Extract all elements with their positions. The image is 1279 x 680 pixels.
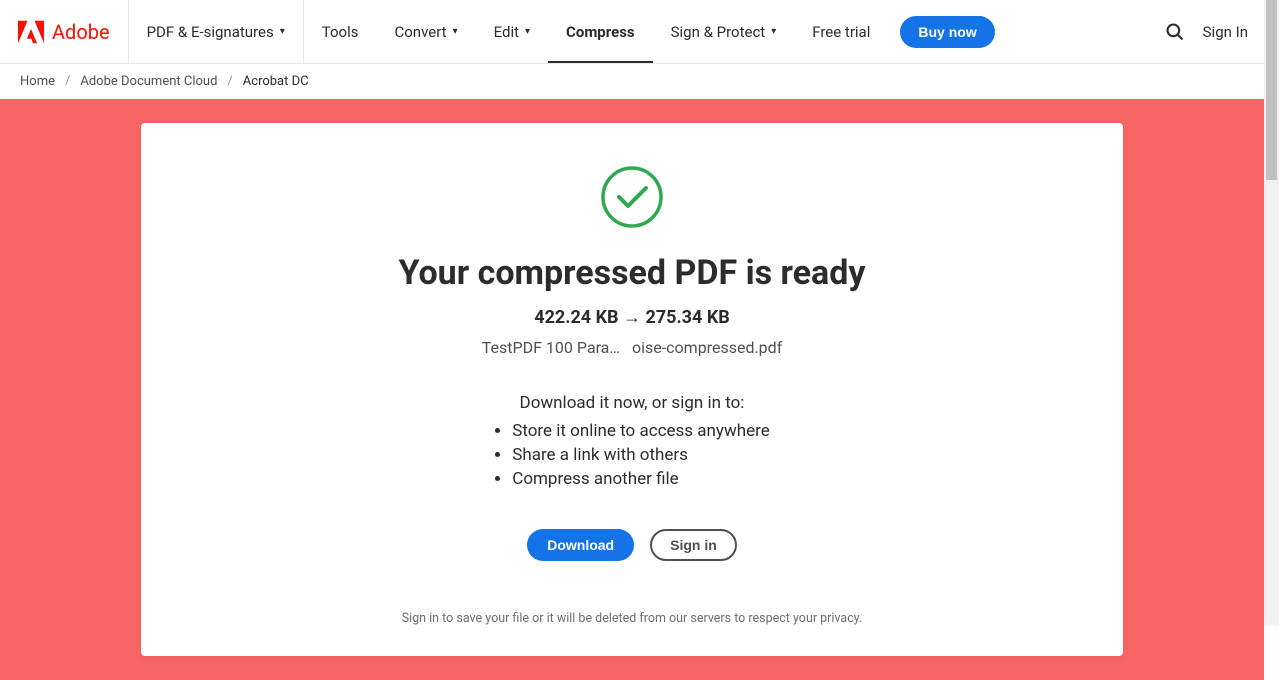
- download-prompt: Download it now, or sign in to:: [201, 393, 1063, 413]
- chevron-down-icon: ▾: [453, 26, 458, 37]
- nav-edit[interactable]: Edit ▾: [476, 0, 548, 63]
- list-item: Compress another file: [512, 469, 769, 489]
- scrollbar-thumb[interactable]: [1266, 0, 1277, 180]
- nav-tools[interactable]: Tools: [304, 0, 377, 63]
- signin-link[interactable]: Sign In: [1203, 23, 1248, 41]
- result-card: Your compressed PDF is ready 422.24 KB →…: [141, 123, 1123, 656]
- buy-now-button[interactable]: Buy now: [900, 16, 994, 48]
- benefits-list: Store it online to access anywhere Share…: [494, 421, 769, 493]
- chevron-down-icon: ▾: [525, 26, 530, 37]
- list-item: Store it online to access anywhere: [512, 421, 769, 441]
- button-row: Download Sign in: [201, 529, 1063, 561]
- scrollbar[interactable]: [1264, 0, 1279, 626]
- nav-pdf-esignatures[interactable]: PDF & E-signatures ▾: [129, 0, 304, 63]
- primary-nav: PDF & E-signatures ▾ Tools Convert ▾ Edi…: [129, 0, 995, 63]
- nav-free-trial[interactable]: Free trial: [794, 0, 888, 63]
- search-icon[interactable]: [1165, 22, 1185, 42]
- privacy-note: Sign in to save your file or it will be …: [201, 611, 1063, 626]
- header-right: Sign In: [1165, 22, 1248, 42]
- breadcrumb: Home / Adobe Document Cloud / Acrobat DC: [0, 64, 1264, 99]
- breadcrumb-home[interactable]: Home: [20, 74, 55, 89]
- size-comparison: 422.24 KB → 275.34 KB: [201, 307, 1063, 328]
- filename: TestPDF 100 Para… oise-compressed.pdf: [201, 338, 1063, 357]
- signin-button[interactable]: Sign in: [650, 529, 737, 561]
- chevron-down-icon: ▾: [280, 26, 285, 37]
- success-check-icon: [600, 165, 664, 229]
- brand-logo[interactable]: Adobe: [0, 0, 129, 63]
- chevron-down-icon: ▾: [771, 26, 776, 37]
- main-area: Your compressed PDF is ready 422.24 KB →…: [0, 99, 1264, 680]
- nav-sign-protect[interactable]: Sign & Protect ▾: [653, 0, 795, 63]
- nav-convert[interactable]: Convert ▾: [376, 0, 475, 63]
- download-button[interactable]: Download: [527, 529, 634, 561]
- nav-compress[interactable]: Compress: [548, 0, 653, 63]
- adobe-logo-icon: [18, 20, 44, 44]
- header: Adobe PDF & E-signatures ▾ Tools Convert…: [0, 0, 1264, 64]
- breadcrumb-doc-cloud[interactable]: Adobe Document Cloud: [80, 74, 217, 89]
- brand-text: Adobe: [52, 20, 110, 44]
- list-item: Share a link with others: [512, 445, 769, 465]
- breadcrumb-current: Acrobat DC: [243, 74, 309, 89]
- result-title: Your compressed PDF is ready: [201, 253, 1063, 293]
